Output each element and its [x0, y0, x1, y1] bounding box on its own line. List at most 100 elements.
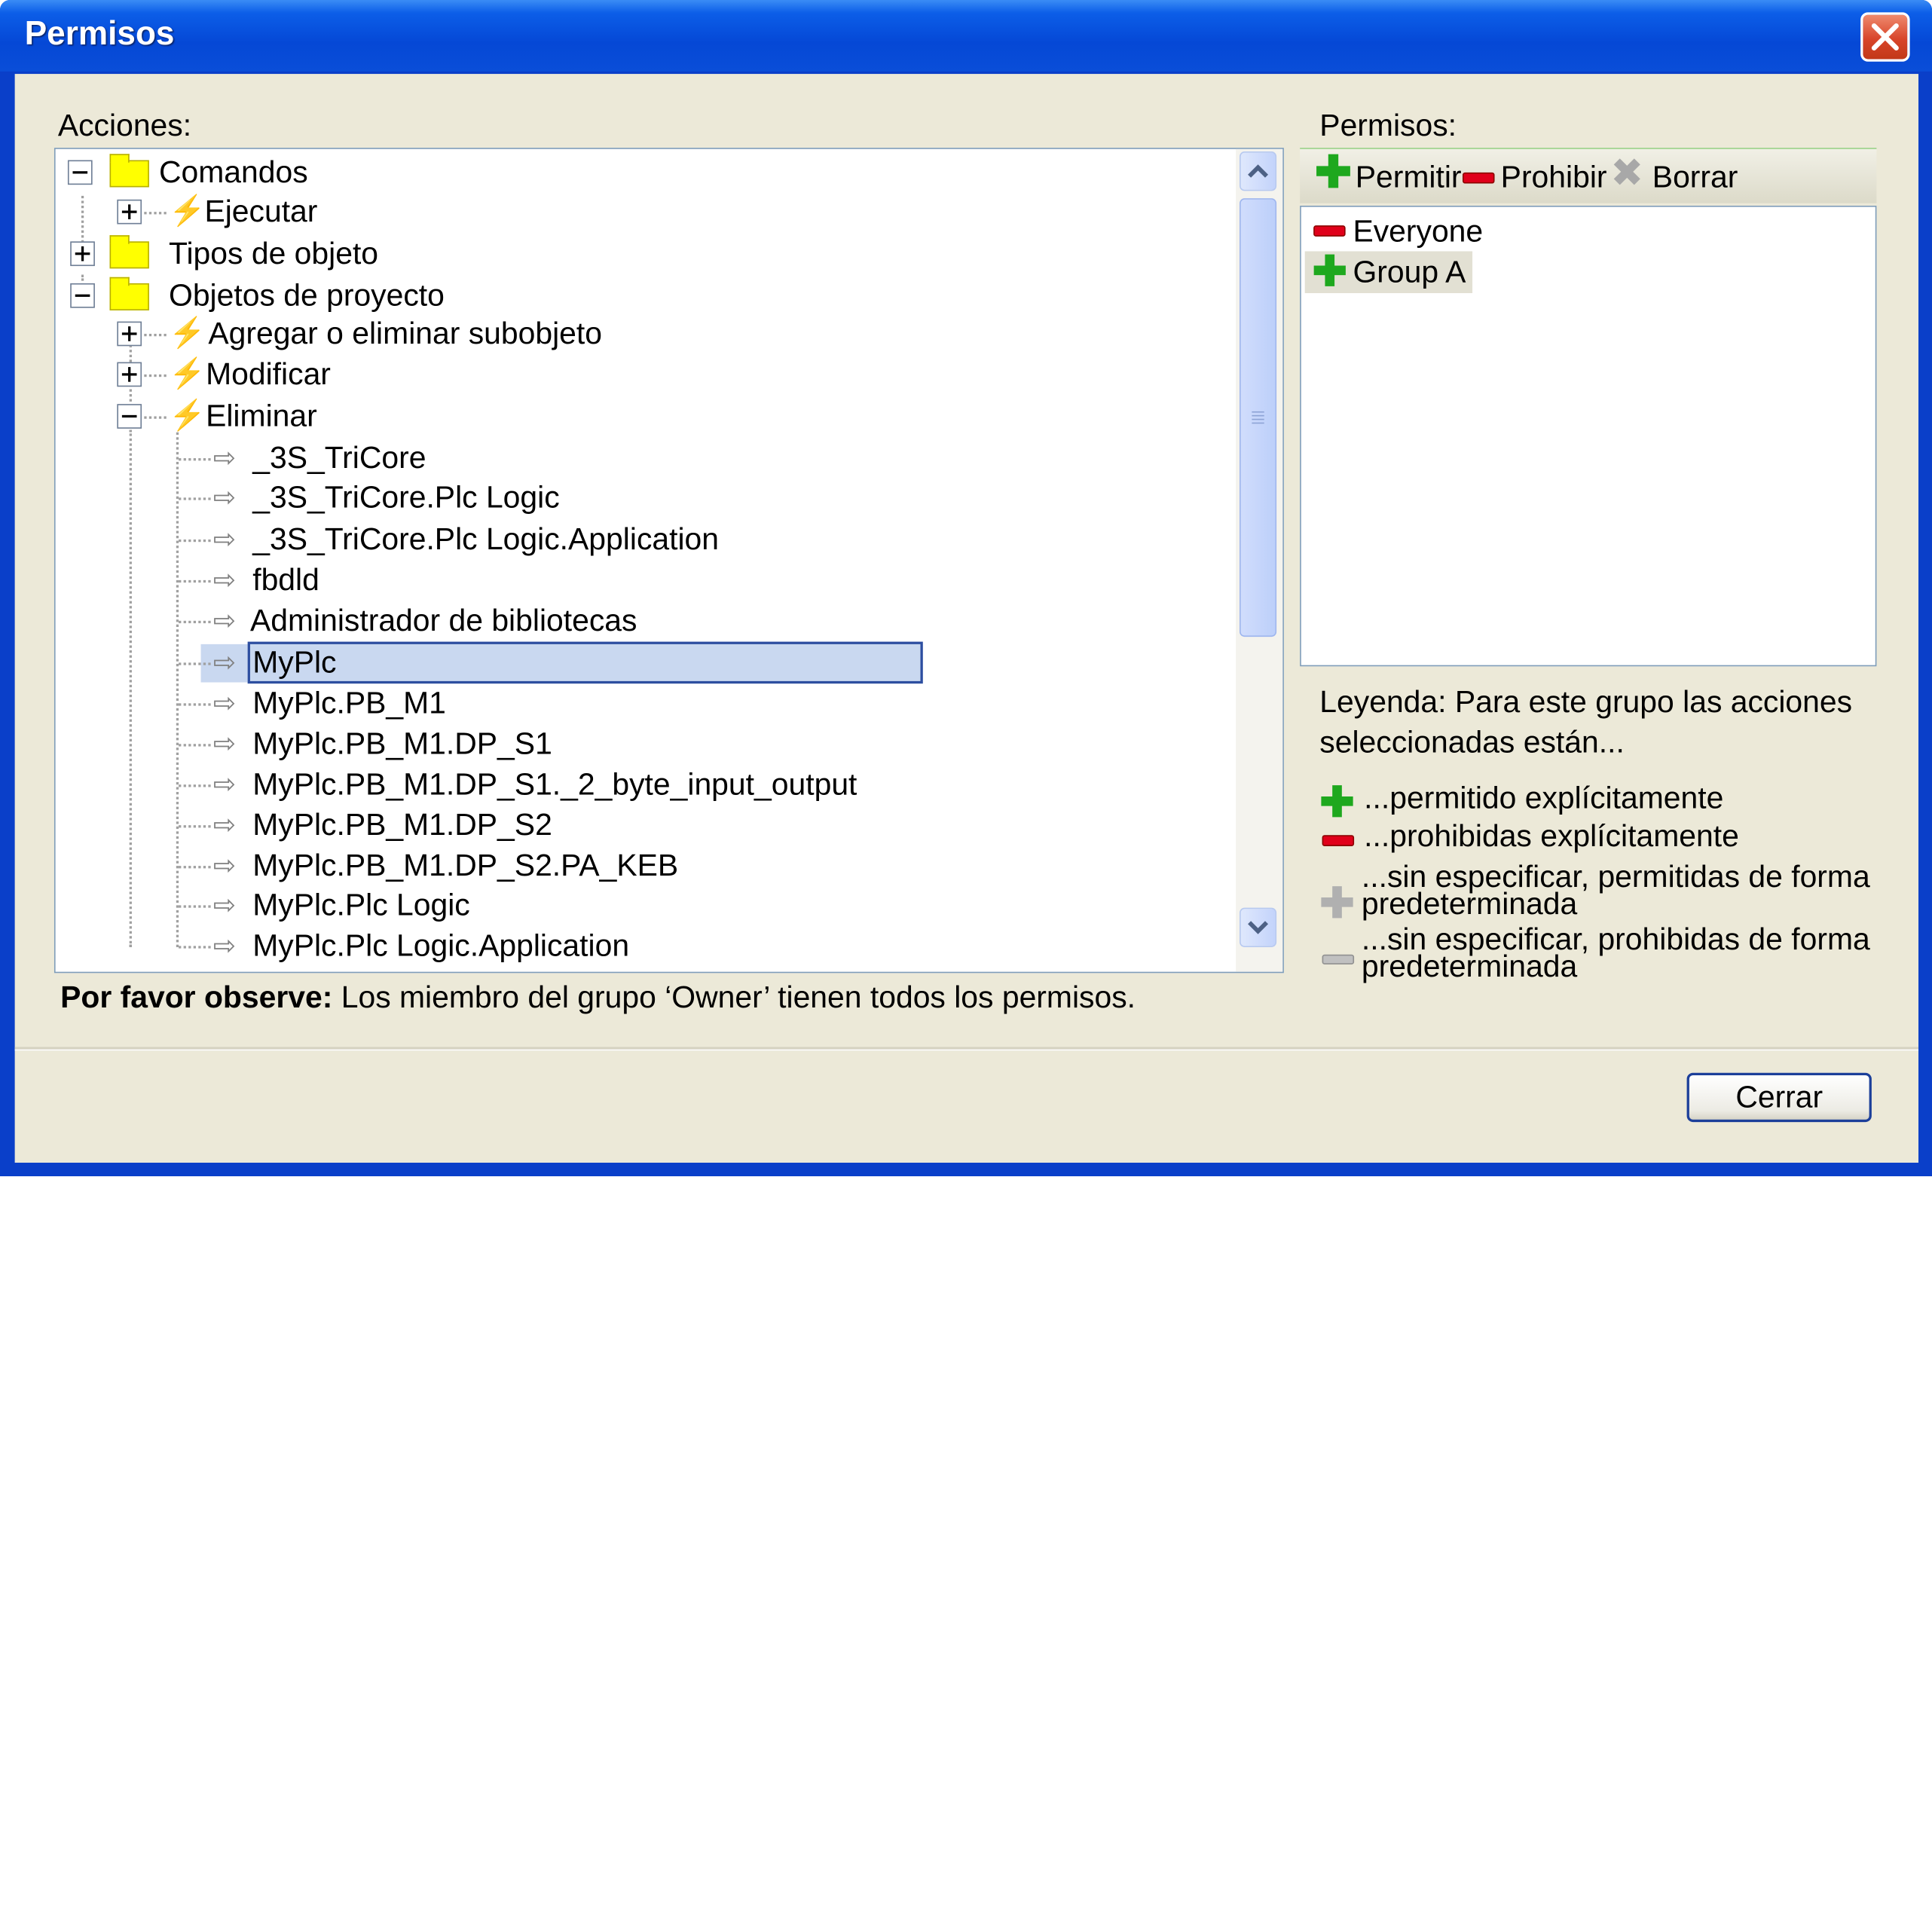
close-button[interactable]: Cerrar [1686, 1072, 1872, 1123]
tree-leaf[interactable]: ⇨ _3S_TriCore [56, 440, 1165, 477]
tree-leaf-label: Administrador de bibliotecas [249, 603, 637, 638]
tree-leaf[interactable]: ⇨ MyPlc.Plc Logic [56, 887, 1165, 924]
lightning-icon: ⚡ [169, 399, 206, 433]
tree-line [179, 784, 211, 787]
note-text: Los miembro del grupo ‘Owner’ tienen tod… [332, 980, 1136, 1015]
lightning-icon: ⚡ [169, 194, 206, 228]
arrow-right-icon: ⇨ [212, 482, 237, 512]
folder-icon [109, 277, 149, 310]
tree-line [179, 458, 211, 461]
arrow-right-icon: ⇨ [212, 768, 237, 799]
tree-leaf-label: MyPlc.PB_M1.DP_S1._2_byte_input_output [252, 767, 857, 803]
tree-leaf[interactable]: ⇨ MyPlc.PB_M1.DP_S1 [56, 726, 1165, 763]
permit-label: Permitir [1355, 160, 1462, 195]
lightning-icon: ⚡ [169, 357, 206, 391]
tree-node-label: Objetos de proyecto [169, 278, 445, 313]
lightning-icon: ⚡ [169, 316, 206, 350]
collapse-icon[interactable] [70, 283, 95, 308]
tree-leaf[interactable]: ⇨ _3S_TriCore.Plc Logic.Application [56, 521, 1165, 558]
tree-line [144, 212, 167, 215]
list-item-everyone[interactable]: Everyone [1301, 212, 1597, 251]
grip-icon [1252, 411, 1264, 413]
tree-node-agregar[interactable]: ⚡ Agregar o eliminar subobjeto [56, 315, 1165, 352]
tree-node-ejecutar[interactable]: ⚡ Ejecutar [56, 194, 1165, 231]
deny-label: Prohibir [1500, 160, 1607, 195]
permit-button[interactable]: ✚ Permitir [1315, 147, 1462, 198]
chevron-up-icon [1248, 164, 1269, 178]
arrow-right-icon: ⇨ [212, 442, 237, 473]
tree-leaf[interactable]: ⇨ MyPlc.PB_M1.DP_S2.PA_KEB [56, 848, 1165, 885]
tree-leaf-label: MyPlc.PB_M1 [252, 686, 446, 721]
minus-icon [1322, 835, 1355, 846]
deny-button[interactable]: Prohibir [1462, 154, 1607, 198]
tree-leaf-label: MyPlc.Plc Logic.Application [252, 928, 630, 964]
arrow-right-icon: ⇨ [212, 809, 237, 840]
tree-node-eliminar[interactable]: ⚡ Eliminar [56, 398, 1165, 435]
legend-title: Leyenda: Para este grupo las acciones [1319, 684, 1853, 720]
close-window-button[interactable] [1860, 12, 1910, 62]
tree-node-objetos-de-proyecto[interactable]: Objetos de proyecto [56, 277, 1165, 314]
arrow-right-icon: ⇨ [212, 728, 237, 759]
tree-leaf-label: _3S_TriCore.Plc Logic.Application [252, 522, 720, 557]
tree-node-tipos-de-objeto[interactable]: Tipos de objeto [56, 235, 1165, 272]
tree-leaf[interactable]: ⇨ _3S_TriCore.Plc Logic [56, 479, 1165, 516]
tree-leaf-label: MyPlc.Plc Logic [252, 888, 470, 923]
tree-leaf-label: MyPlc [252, 645, 337, 680]
tree-node-label: Comandos [158, 154, 308, 190]
tree-scrollbar[interactable] [1236, 148, 1283, 972]
tree-line [179, 620, 211, 624]
selection-box [247, 641, 923, 684]
minus-grey-icon [1322, 954, 1355, 965]
divider [14, 1047, 1919, 1051]
tree-node-label: Ejecutar [204, 194, 318, 230]
expand-icon[interactable] [117, 362, 142, 387]
scroll-up-button[interactable] [1240, 151, 1277, 191]
tree-line [179, 539, 211, 543]
tree-leaf[interactable]: ⇨ Administrador de bibliotecas [56, 602, 1165, 639]
collapse-icon[interactable] [117, 404, 142, 429]
tree-line [179, 744, 211, 747]
expand-icon[interactable] [117, 199, 142, 225]
tree-line [179, 866, 211, 869]
arrow-right-icon: ⇨ [212, 930, 237, 961]
arrow-right-icon: ⇨ [212, 647, 237, 678]
close-icon [1871, 23, 1899, 51]
tree-line [144, 416, 167, 419]
title-bar[interactable]: Permisos [0, 0, 1932, 72]
list-item-group-a[interactable]: ✚ Group A [1304, 249, 1473, 295]
tree-leaf[interactable]: ⇨ MyPlc.Plc Logic.Application [56, 928, 1165, 965]
expand-icon[interactable] [70, 241, 95, 267]
minus-icon [1462, 172, 1495, 184]
tree-node-comandos[interactable]: Comandos [56, 154, 1165, 191]
tree-node-label: Tipos de objeto [169, 236, 379, 271]
dialog-body: Acciones: Comandos ⚡ Ejecutar Tipos de o… [14, 74, 1919, 1163]
tree-leaf[interactable]: ⇨ fbdld [56, 561, 1165, 598]
expand-icon[interactable] [117, 321, 142, 347]
legend-subtitle: seleccionadas están... [1319, 725, 1625, 760]
tree-leaf[interactable]: ⇨ MyPlc.PB_M1 [56, 685, 1165, 722]
tree-leaf[interactable]: ⇨ MyPlc.PB_M1.DP_S1._2_byte_input_output [56, 766, 1165, 803]
permissions-group-list[interactable]: Everyone ✚ Group A [1300, 205, 1877, 667]
permissions-dialog: Permisos Acciones: Comandos ⚡ Ejecutar T… [0, 0, 1932, 1176]
dialog-title: Permisos [24, 14, 175, 52]
tree-node-modificar[interactable]: ⚡ Modificar [56, 356, 1165, 393]
arrow-right-icon: ⇨ [212, 604, 237, 636]
legend-default-allowed: ...sin especificar, permitidas de forma … [1361, 861, 1870, 922]
legend-default-allowed-line2: predeterminada [1361, 886, 1578, 922]
tree-leaf-label: _3S_TriCore.Plc Logic [252, 480, 560, 515]
tree-line [179, 497, 211, 500]
plus-grey-icon: ✚ [1319, 880, 1355, 928]
arrow-right-icon: ⇨ [212, 687, 237, 718]
clear-button[interactable]: ✖ Borrar [1610, 150, 1738, 198]
arrow-right-icon: ⇨ [212, 523, 237, 555]
clear-label: Borrar [1652, 160, 1738, 195]
tree-leaf-selected[interactable]: ⇨ MyPlc [56, 641, 1165, 684]
actions-tree[interactable]: Comandos ⚡ Ejecutar Tipos de objeto Obje… [53, 148, 1284, 974]
plus-icon: ✚ [1312, 249, 1348, 296]
folder-icon [109, 154, 149, 188]
scroll-down-button[interactable] [1240, 907, 1277, 947]
collapse-icon[interactable] [67, 160, 93, 185]
scroll-thumb[interactable] [1240, 198, 1277, 637]
tree-leaf-label: _3S_TriCore [252, 441, 426, 475]
tree-leaf[interactable]: ⇨ MyPlc.PB_M1.DP_S2 [56, 807, 1165, 844]
